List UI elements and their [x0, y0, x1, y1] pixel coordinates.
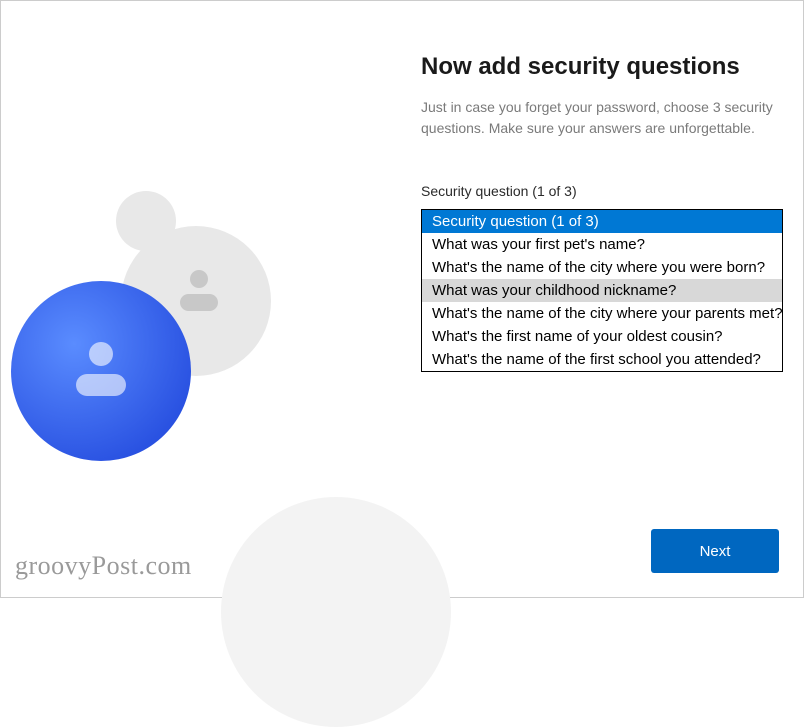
dropdown-option[interactable]: What was your childhood nickname? [422, 279, 782, 302]
person-icon-background [171, 266, 226, 321]
main-content: Now add security questions Just in case … [421, 53, 781, 372]
dropdown-option[interactable]: What's the name of the city where your p… [422, 302, 782, 325]
page-subtitle: Just in case you forget your password, c… [421, 97, 781, 139]
dropdown-option[interactable]: What's the name of the city where you we… [422, 256, 782, 279]
next-button[interactable]: Next [651, 529, 779, 573]
security-question-dropdown[interactable]: Security question (1 of 3)What was your … [421, 209, 783, 372]
person-icon [66, 336, 136, 406]
dropdown-label: Security question (1 of 3) [421, 183, 781, 199]
dropdown-option[interactable]: What's the name of the first school you … [422, 348, 782, 371]
avatar-circle [11, 281, 191, 461]
decorative-circle-bottom [221, 497, 451, 727]
dropdown-option[interactable]: What's the first name of your oldest cou… [422, 325, 782, 348]
dropdown-option[interactable]: Security question (1 of 3) [422, 210, 782, 233]
dropdown-option[interactable]: What was your first pet's name? [422, 233, 782, 256]
illustration-area [1, 181, 341, 521]
watermark: groovyPost.com [15, 551, 192, 581]
page-title: Now add security questions [421, 53, 781, 81]
